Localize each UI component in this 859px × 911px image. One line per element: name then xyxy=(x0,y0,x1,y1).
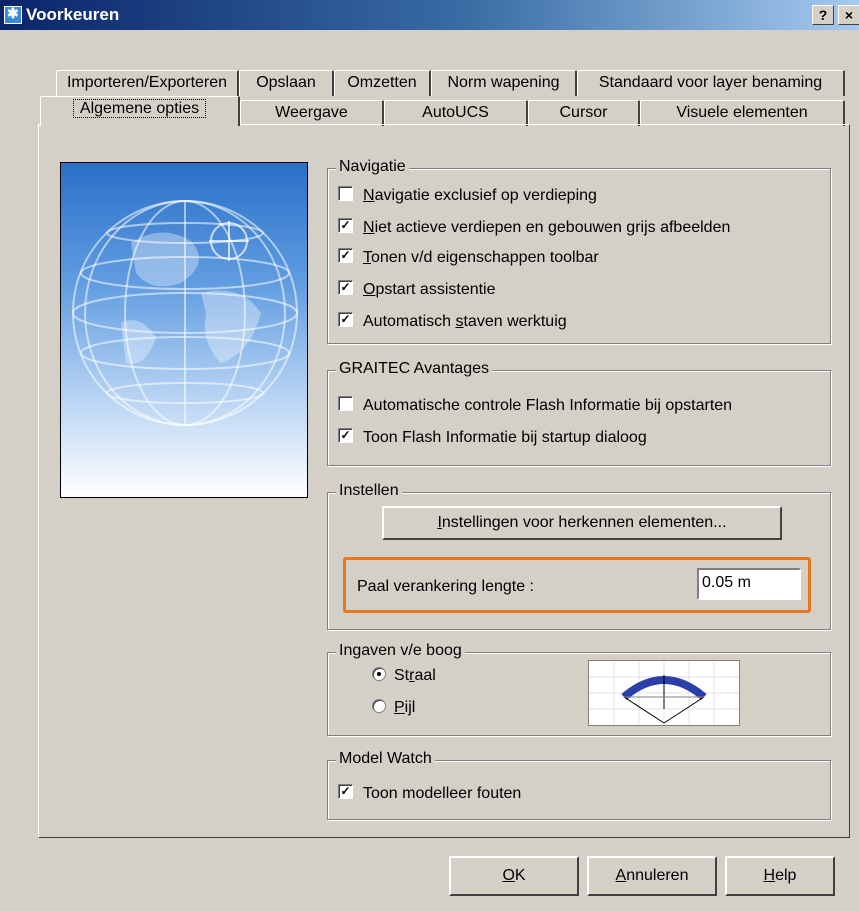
tab-opslaan[interactable]: Opslaan xyxy=(239,70,334,96)
tab-importeren-exporteren[interactable]: Importeren/Exporteren xyxy=(56,70,239,96)
pijl-label-post: ijl xyxy=(404,699,416,716)
straal-label-pre: St xyxy=(394,667,410,684)
boog-group: Ingaven v/e boog Straal Pijl xyxy=(327,642,831,736)
niet-actieve-label: iet actieve verdiepen en gebouwen grijs … xyxy=(374,219,731,236)
staven-label-post: taven werktuig xyxy=(463,313,567,330)
opstart-mnemonic: O xyxy=(363,281,376,298)
help-button[interactable]: Help xyxy=(725,856,835,896)
tab-visuele-elementen[interactable]: Visuele elementen xyxy=(640,100,845,126)
instellingen-herkennen-button[interactable]: Instellingen voor herkennen elementen... xyxy=(382,506,782,540)
window-title: Voorkeuren xyxy=(26,5,120,24)
niet-actieve-mnemonic: N xyxy=(363,219,375,236)
tab-autoucs[interactable]: AutoUCS xyxy=(384,100,528,126)
tab-omzetten[interactable]: Omzetten xyxy=(334,70,431,96)
checkbox-row-flash-startup[interactable]: ✓ Toon Flash Informatie bij startup dialo… xyxy=(338,427,647,449)
ok-label: K xyxy=(514,867,526,884)
pijl-mnemonic: P xyxy=(394,699,405,716)
radio-straal[interactable] xyxy=(372,666,386,681)
help-mnemonic: H xyxy=(763,867,776,884)
close-title-button[interactable]: × xyxy=(838,5,859,25)
checkbox-flash-controle[interactable] xyxy=(338,396,353,412)
opstart-label: pstart assistentie xyxy=(375,281,496,298)
tab-norm-wapening[interactable]: Norm wapening xyxy=(431,70,577,96)
annuleren-button[interactable]: Annuleren xyxy=(587,856,717,896)
radio-row-straal[interactable]: Straal xyxy=(372,665,436,687)
checkbox-modelleer-fouten[interactable]: ✓ xyxy=(338,784,353,800)
checkbox-tonen-toolbar[interactable]: ✓ xyxy=(338,248,353,264)
flash-controle-label: Automatische controle Flash Informatie b… xyxy=(363,397,733,414)
ok-mnemonic: O xyxy=(502,867,515,884)
flash-startup-label: Toon Flash Informatie bij startup dialoo… xyxy=(363,429,647,446)
checkbox-opstart[interactable]: ✓ xyxy=(338,280,353,296)
help-label: elp xyxy=(775,867,797,884)
graitec-group: GRAITEC Avantages Automatische controle … xyxy=(327,360,831,466)
checkbox-row-tonen-toolbar[interactable]: ✓ Tonen v/d eigenschappen toolbar xyxy=(338,247,599,269)
help-title-button[interactable]: ? xyxy=(812,5,834,25)
nav-exclusief-label: avigatie exclusief op verdieping xyxy=(374,187,597,204)
boog-legend: Ingaven v/e boog xyxy=(336,642,465,660)
checkbox-row-modelleer-fouten[interactable]: ✓ Toon modelleer fouten xyxy=(338,783,521,805)
checkbox-row-niet-actieve[interactable]: ✓ Niet actieve verdiepen en gebouwen grij… xyxy=(338,217,730,239)
tab-standaard-layer-benaming[interactable]: Standaard voor layer benaming xyxy=(577,70,845,96)
paal-verankering-input[interactable]: 0.05 m xyxy=(697,568,801,600)
tonen-toolbar-label: onen v/d eigenschappen toolbar xyxy=(371,249,599,266)
modelwatch-legend: Model Watch xyxy=(336,750,435,768)
checkbox-niet-actieve[interactable]: ✓ xyxy=(338,218,353,234)
arc-preview-image xyxy=(588,660,740,726)
app-icon xyxy=(4,5,22,24)
tonen-toolbar-mnemonic: T xyxy=(363,249,371,266)
checkbox-flash-startup[interactable]: ✓ xyxy=(338,428,353,444)
globe-image xyxy=(60,162,308,498)
annuleren-label: nnuleren xyxy=(626,867,689,884)
radio-pijl[interactable] xyxy=(372,698,386,713)
straal-label-post: aal xyxy=(414,667,436,684)
tab-algemene-opties[interactable]: Algemene opties xyxy=(40,96,240,126)
navigatie-legend: Navigatie xyxy=(336,158,409,176)
graitec-legend: GRAITEC Avantages xyxy=(336,360,492,378)
instellen-legend: Instellen xyxy=(336,482,402,500)
ok-button[interactable]: OK xyxy=(449,856,579,896)
instellingen-button-label: nstellingen voor herkennen elementen... xyxy=(441,514,727,531)
checkbox-nav-exclusief[interactable] xyxy=(338,186,353,202)
checkbox-row-opstart[interactable]: ✓ Opstart assistentie xyxy=(338,279,496,301)
modelleer-fouten-label: Toon modelleer fouten xyxy=(363,785,522,802)
checkbox-staven[interactable]: ✓ xyxy=(338,312,353,328)
paal-verankering-label: Paal verankering lengte : xyxy=(357,578,534,595)
annuleren-mnemonic: A xyxy=(615,867,627,884)
title-bar: Voorkeuren ? × xyxy=(0,0,859,30)
checkbox-row-flash-controle[interactable]: Automatische controle Flash Informatie b… xyxy=(338,395,732,417)
navigatie-group: Navigatie Navigatie exclusief op verdiep… xyxy=(327,158,831,344)
radio-row-pijl[interactable]: Pijl xyxy=(372,697,415,719)
staven-label-pre: Automatisch xyxy=(363,313,456,330)
checkbox-row-nav-exclusief[interactable]: Navigatie exclusief op verdieping xyxy=(338,185,597,207)
tab-weergave[interactable]: Weergave xyxy=(240,100,384,126)
tab-algemene-opties-label: Algemene opties xyxy=(72,99,207,118)
nav-exclusief-mnemonic: N xyxy=(363,187,375,204)
modelwatch-group: Model Watch ✓ Toon modelleer fouten xyxy=(327,750,831,820)
tab-cursor[interactable]: Cursor xyxy=(528,100,640,126)
checkbox-row-staven[interactable]: ✓ Automatisch staven werktuig xyxy=(338,311,567,333)
